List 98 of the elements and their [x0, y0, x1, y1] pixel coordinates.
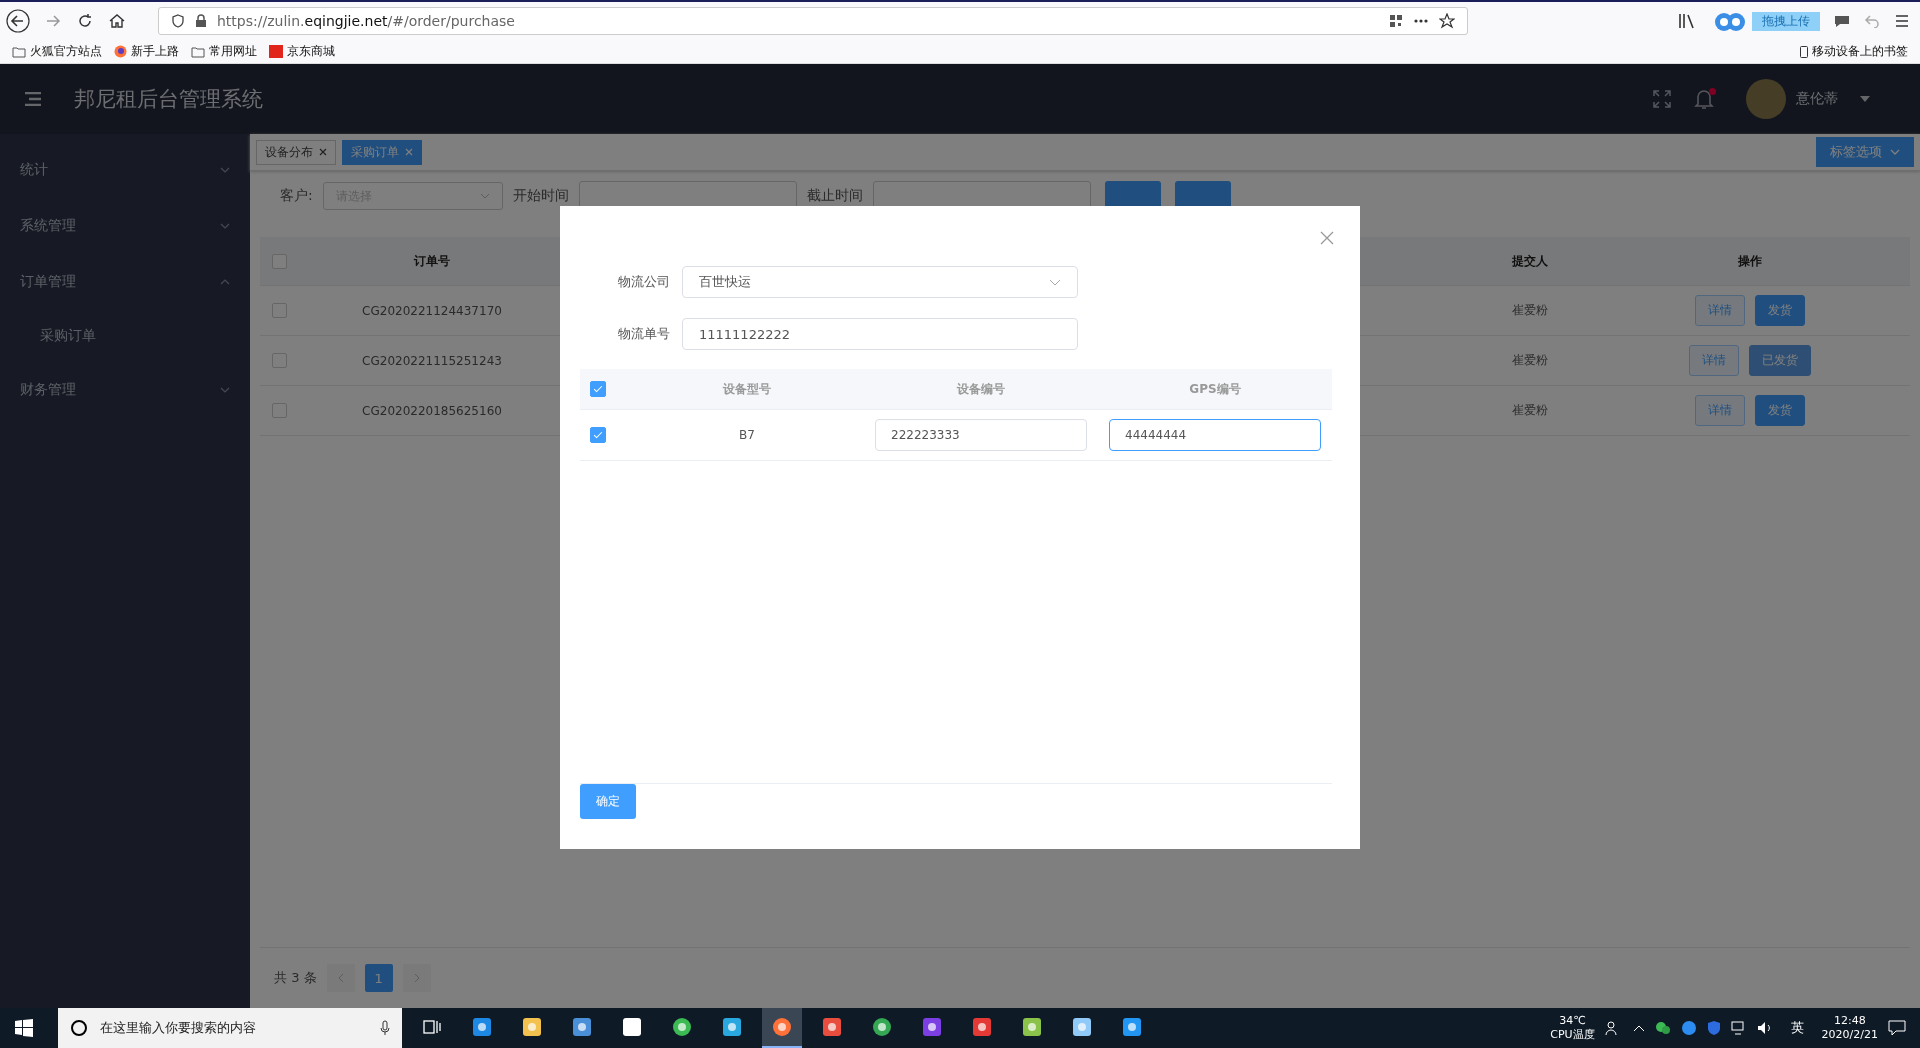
bookmark-item[interactable]: 京东商城: [269, 43, 335, 60]
device-number-field[interactable]: 222223333: [875, 419, 1087, 451]
address-bar[interactable]: https://zulin.eqingjie.net/#/order/purchase: [158, 7, 1468, 35]
home-icon[interactable]: [108, 12, 126, 30]
search-placeholder: 在这里输入你要搜索的内容: [100, 1019, 256, 1037]
chevron-icon: [220, 167, 230, 173]
sidebar-item[interactable]: 系统管理: [0, 198, 250, 254]
column-header: GPS编号: [1188, 380, 1242, 398]
star-icon[interactable]: [1439, 13, 1455, 29]
chevron-icon: [220, 387, 230, 393]
table-cell-text: 崔爱粉: [1511, 402, 1549, 419]
shield-icon: [171, 14, 185, 28]
fullscreen-icon[interactable]: [1652, 89, 1672, 109]
menu-icon[interactable]: [1894, 14, 1910, 28]
details-button[interactable]: 详情: [1695, 395, 1745, 426]
checkbox[interactable]: [590, 381, 606, 397]
user-name[interactable]: 意伦蒂: [1796, 90, 1838, 108]
column-header: 设备编号: [955, 380, 1006, 398]
circle-logo-icon[interactable]: [1680, 1020, 1697, 1036]
circle-icon: [70, 1019, 88, 1037]
checkbox[interactable]: [272, 353, 287, 368]
confirm-button[interactable]: 确定: [580, 784, 636, 819]
checkbox[interactable]: [590, 427, 606, 443]
checkbox[interactable]: [272, 253, 287, 269]
bookmark-item[interactable]: 火狐官方站点: [12, 43, 102, 60]
library-icon[interactable]: [1678, 13, 1696, 29]
shield-icon[interactable]: [1706, 1020, 1721, 1036]
sidebar-item[interactable]: 财务管理: [0, 362, 250, 418]
cpu-label: CPU温度: [1550, 1028, 1595, 1043]
task-view-icon: [423, 1019, 441, 1035]
mobile-bookmarks-item[interactable]: 移动设备上的书签: [1800, 43, 1908, 60]
chevron-icon: [1049, 278, 1061, 286]
table-cell-text: CG2020221115251243: [361, 353, 503, 368]
speaker-icon[interactable]: [1756, 1021, 1773, 1035]
company-select[interactable]: 百世快运: [682, 266, 1078, 298]
table-cell: B7: [739, 428, 755, 442]
close-icon[interactable]: [319, 148, 327, 156]
table-cell-text: CG2020221124437170: [361, 303, 503, 318]
column-header: 订单号: [412, 252, 451, 270]
gps-number-field[interactable]: 44444444: [1109, 419, 1321, 451]
tracking-number-field[interactable]: 11111122222: [682, 318, 1078, 350]
page-button[interactable]: 1: [364, 964, 393, 992]
details-button[interactable]: 详情: [1695, 295, 1745, 326]
url-text: https://zulin.eqingjie.net/#/order/purchase: [217, 13, 515, 29]
chevron-icon: [220, 223, 230, 229]
windows-start-icon[interactable]: [15, 1019, 33, 1037]
sidebar-subitem[interactable]: 采购订单: [0, 310, 250, 362]
ship-button[interactable]: 发货: [1755, 295, 1805, 326]
table-cell-text: 崔爱粉: [1511, 302, 1549, 319]
column-header: 操作: [1737, 252, 1763, 270]
sidebar-item[interactable]: 统计: [0, 142, 250, 198]
tag-options-button[interactable]: 标签选项: [1816, 137, 1914, 167]
table-cell-text: 崔爱粉: [1511, 352, 1549, 369]
notification-center-icon[interactable]: [1888, 1020, 1906, 1036]
chevron-up-icon[interactable]: [1632, 1024, 1645, 1032]
ship-button[interactable]: 发货: [1755, 395, 1805, 426]
qr-code-icon[interactable]: [1389, 14, 1403, 28]
table-cell-text: CG2020220185625160: [361, 403, 503, 418]
microphone-icon[interactable]: [380, 1020, 390, 1036]
bookmark-item[interactable]: 新手上路: [114, 43, 179, 60]
app-title: 邦尼租后台管理系统: [74, 86, 263, 113]
temperature-text: 34℃: [1559, 1013, 1586, 1028]
chevron-icon: [1890, 149, 1900, 155]
input-method-indicator[interactable]: 英: [1790, 1019, 1804, 1037]
bookmark-item[interactable]: 常用网址: [191, 43, 257, 60]
reload-icon[interactable]: [76, 12, 94, 30]
column-header: 提交人: [1511, 252, 1549, 270]
bell-icon[interactable]: [1694, 88, 1714, 110]
total-count: 共 3 条: [274, 969, 317, 987]
start-time-label: 开始时间: [512, 187, 569, 205]
chevron-icon: [479, 193, 490, 199]
chat-bubbles-icon[interactable]: [1654, 1021, 1671, 1035]
tab[interactable]: 设备分布: [256, 139, 336, 165]
chevron-icon: [220, 279, 230, 285]
chevron-left-icon: [337, 973, 344, 983]
more-icon[interactable]: [1413, 18, 1429, 24]
taskbar-app[interactable]: [762, 1008, 802, 1048]
phone-icon: [1800, 45, 1808, 58]
back-icon[interactable]: [6, 9, 30, 33]
lock-icon: [195, 14, 207, 28]
checkbox[interactable]: [272, 303, 287, 318]
field-label: 物流单号: [617, 325, 671, 343]
caret-icon[interactable]: [1860, 96, 1870, 102]
customer-label: 客户:: [280, 187, 313, 205]
end-time-label: 截止时间: [806, 187, 863, 205]
clock[interactable]: 12:48 2020/2/21: [1821, 1013, 1878, 1043]
checkbox[interactable]: [272, 403, 287, 418]
column-header: 设备型号: [721, 380, 772, 398]
chat-bubble-icon[interactable]: [1834, 14, 1850, 28]
details-button[interactable]: 详情: [1689, 345, 1739, 376]
network-icon[interactable]: [1730, 1021, 1747, 1035]
field-label: 物流公司: [617, 273, 671, 291]
upload-badge[interactable]: 拖拽上传: [1752, 11, 1820, 31]
close-icon[interactable]: [1320, 231, 1334, 245]
tab[interactable]: 采购订单: [342, 139, 422, 165]
taskbar-search-field[interactable]: 在这里输入你要搜索的内容: [58, 1008, 402, 1048]
sidebar-item[interactable]: 订单管理: [0, 254, 250, 310]
chevron-right-icon: [413, 973, 420, 983]
